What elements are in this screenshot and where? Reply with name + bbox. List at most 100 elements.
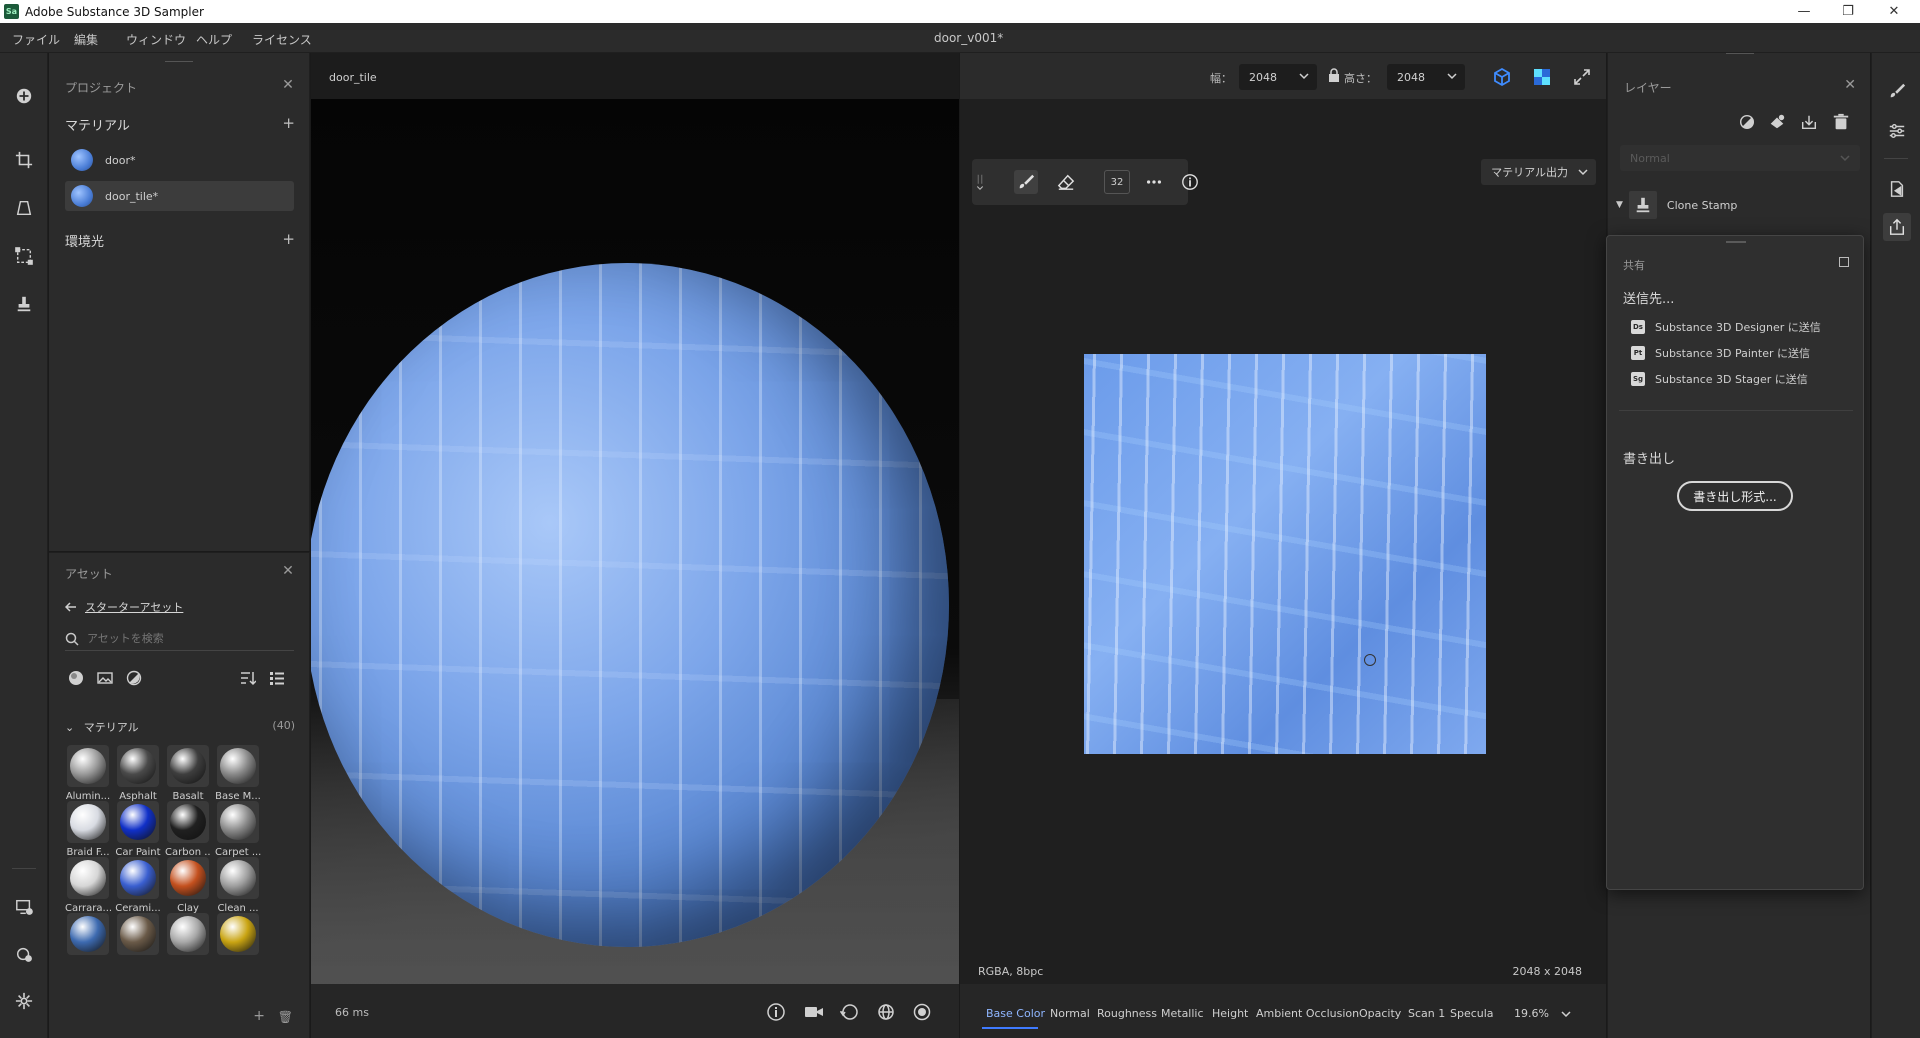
- materials-group-toggle[interactable]: ⌄ マテリアル: [65, 719, 139, 735]
- maximize-view-icon[interactable]: [1570, 65, 1594, 89]
- filter-filters-icon[interactable]: [123, 667, 145, 689]
- layers-panel-close-icon[interactable]: ✕: [1844, 77, 1856, 93]
- asset-search-box[interactable]: [65, 627, 294, 651]
- menu-license[interactable]: ライセンス: [252, 31, 312, 48]
- texture-preview[interactable]: [1084, 354, 1486, 754]
- send-to-designer-button[interactable]: Ds Substance 3D Designer に送信: [1631, 318, 1821, 336]
- lock-icon[interactable]: [1328, 68, 1340, 82]
- material-output-dropdown[interactable]: マテリアル出力: [1481, 159, 1596, 185]
- add-environment-button[interactable]: +: [282, 230, 295, 248]
- sort-icon[interactable]: [237, 667, 259, 689]
- asset-material-cell[interactable]: Braid F...: [65, 801, 111, 858]
- asset-material-cell[interactable]: Car Paint: [115, 801, 161, 858]
- asset-material-cell[interactable]: Carbon ...: [165, 801, 211, 858]
- rotate-view-icon[interactable]: [838, 1000, 862, 1024]
- eraser-tool-icon[interactable]: [1054, 170, 1078, 194]
- plugins-icon[interactable]: [12, 989, 36, 1013]
- brush-tool-icon[interactable]: [1014, 170, 1038, 194]
- channel-ambient-occlusion[interactable]: Ambient Occlusion: [1256, 1007, 1359, 1020]
- add-asset-icon[interactable]: +: [253, 1008, 265, 1024]
- assets-panel-close-icon[interactable]: ✕: [281, 563, 295, 579]
- project-material-item-selected[interactable]: door_tile*: [65, 181, 294, 211]
- brush-size-field[interactable]: 32: [1104, 170, 1130, 194]
- asset-material-cell[interactable]: Asphalt: [115, 745, 161, 802]
- layer-row[interactable]: ▼ Clone Stamp: [1616, 188, 1856, 222]
- menu-window[interactable]: ウィンドウ: [126, 31, 186, 48]
- add-material-button[interactable]: +: [282, 114, 295, 132]
- info-icon[interactable]: [764, 1000, 788, 1024]
- asset-search-input[interactable]: [87, 632, 277, 645]
- filter-materials-icon[interactable]: [65, 667, 87, 689]
- height-select[interactable]: 2048: [1387, 64, 1465, 90]
- restore-button[interactable]: ❐: [1826, 0, 1870, 23]
- asset-material-cell[interactable]: [215, 913, 261, 959]
- zoom-level[interactable]: 19.6%: [1514, 1007, 1549, 1020]
- channel-normal[interactable]: Normal: [1050, 1007, 1090, 1020]
- asset-material-cell[interactable]: Carrara...: [65, 857, 111, 914]
- menu-edit[interactable]: 編集: [74, 31, 98, 48]
- add-layer-icon[interactable]: [1766, 111, 1788, 133]
- panel-grip[interactable]: [165, 61, 193, 62]
- list-view-icon[interactable]: [266, 667, 288, 689]
- asset-material-cell[interactable]: Cerami...: [115, 857, 161, 914]
- stamp-icon[interactable]: [12, 292, 36, 316]
- adjustments-icon[interactable]: [1885, 119, 1909, 143]
- channel-height[interactable]: Height: [1212, 1007, 1248, 1020]
- more-options-icon[interactable]: [1142, 170, 1166, 194]
- dock-panel-icon[interactable]: [1839, 257, 1849, 267]
- preview-sphere[interactable]: [311, 263, 949, 947]
- trash-icon[interactable]: [1830, 111, 1852, 133]
- asset-material-cell[interactable]: [115, 913, 161, 959]
- display-settings-icon[interactable]: [12, 895, 36, 919]
- add-icon[interactable]: [12, 84, 36, 108]
- add-filter-icon[interactable]: [1736, 111, 1758, 133]
- asset-material-cell[interactable]: [65, 913, 111, 959]
- edit-brush-icon[interactable]: [1885, 79, 1909, 103]
- 2d-canvas[interactable]: 32 マテリアル出力: [960, 99, 1606, 984]
- asset-material-cell[interactable]: Clay: [165, 857, 211, 914]
- export-document-icon[interactable]: [1885, 177, 1909, 201]
- minimize-button[interactable]: —: [1782, 0, 1826, 23]
- environment-settings-icon[interactable]: [12, 942, 36, 966]
- starter-assets-back-link[interactable]: スターターアセット: [65, 599, 183, 615]
- channel-roughness[interactable]: Roughness: [1097, 1007, 1157, 1020]
- width-select[interactable]: 2048: [1239, 64, 1317, 90]
- popup-grip[interactable]: [1726, 241, 1746, 243]
- filter-images-icon[interactable]: [94, 667, 116, 689]
- project-panel-close-icon[interactable]: ✕: [281, 77, 295, 93]
- delete-asset-icon[interactable]: 🗑: [278, 1010, 293, 1024]
- collapse-triangle-icon[interactable]: ▼: [1616, 200, 1623, 210]
- 3d-scene[interactable]: [311, 99, 959, 984]
- camera-icon[interactable]: [802, 1000, 826, 1024]
- perspective-icon[interactable]: [12, 196, 36, 220]
- channel-scan-1[interactable]: Scan 1: [1408, 1007, 1445, 1020]
- crop-icon[interactable]: [12, 148, 36, 172]
- channel-metallic[interactable]: Metallic: [1161, 1007, 1204, 1020]
- send-to-stager-button[interactable]: Sg Substance 3D Stager に送信: [1631, 370, 1808, 388]
- panel-grip[interactable]: [1726, 53, 1754, 54]
- export-format-button[interactable]: 書き出し形式...: [1677, 481, 1793, 511]
- asset-material-cell[interactable]: Clean ...: [215, 857, 261, 914]
- transform-icon[interactable]: [12, 244, 36, 268]
- menu-file[interactable]: ファイル: [12, 31, 60, 48]
- viewport-tab[interactable]: door_tile: [329, 71, 377, 84]
- import-icon[interactable]: [1798, 111, 1820, 133]
- asset-material-cell[interactable]: Basalt: [165, 745, 211, 802]
- menu-help[interactable]: ヘルプ: [196, 31, 232, 48]
- asset-material-cell[interactable]: [165, 913, 211, 959]
- send-to-painter-button[interactable]: Pt Substance 3D Painter に送信: [1631, 344, 1810, 362]
- toolbar-grip-icon[interactable]: [972, 170, 988, 194]
- shading-mode-icon[interactable]: [910, 1000, 934, 1024]
- channel-base-color[interactable]: Base Color: [986, 1007, 1045, 1020]
- channel-opacity[interactable]: Opacity: [1359, 1007, 1401, 1020]
- tool-info-icon[interactable]: [1178, 170, 1202, 194]
- 3d-view-toggle-icon[interactable]: [1490, 65, 1514, 89]
- asset-material-cell[interactable]: Base M...: [215, 745, 261, 802]
- asset-material-cell[interactable]: Carpet ...: [215, 801, 261, 858]
- channel-specular[interactable]: Specula: [1450, 1007, 1494, 1020]
- environment-view-icon[interactable]: [874, 1000, 898, 1024]
- project-material-item[interactable]: door*: [65, 145, 294, 175]
- close-window-button[interactable]: ✕: [1872, 0, 1916, 23]
- 2d-view-toggle-icon[interactable]: [1530, 65, 1554, 89]
- share-icon[interactable]: [1883, 213, 1911, 241]
